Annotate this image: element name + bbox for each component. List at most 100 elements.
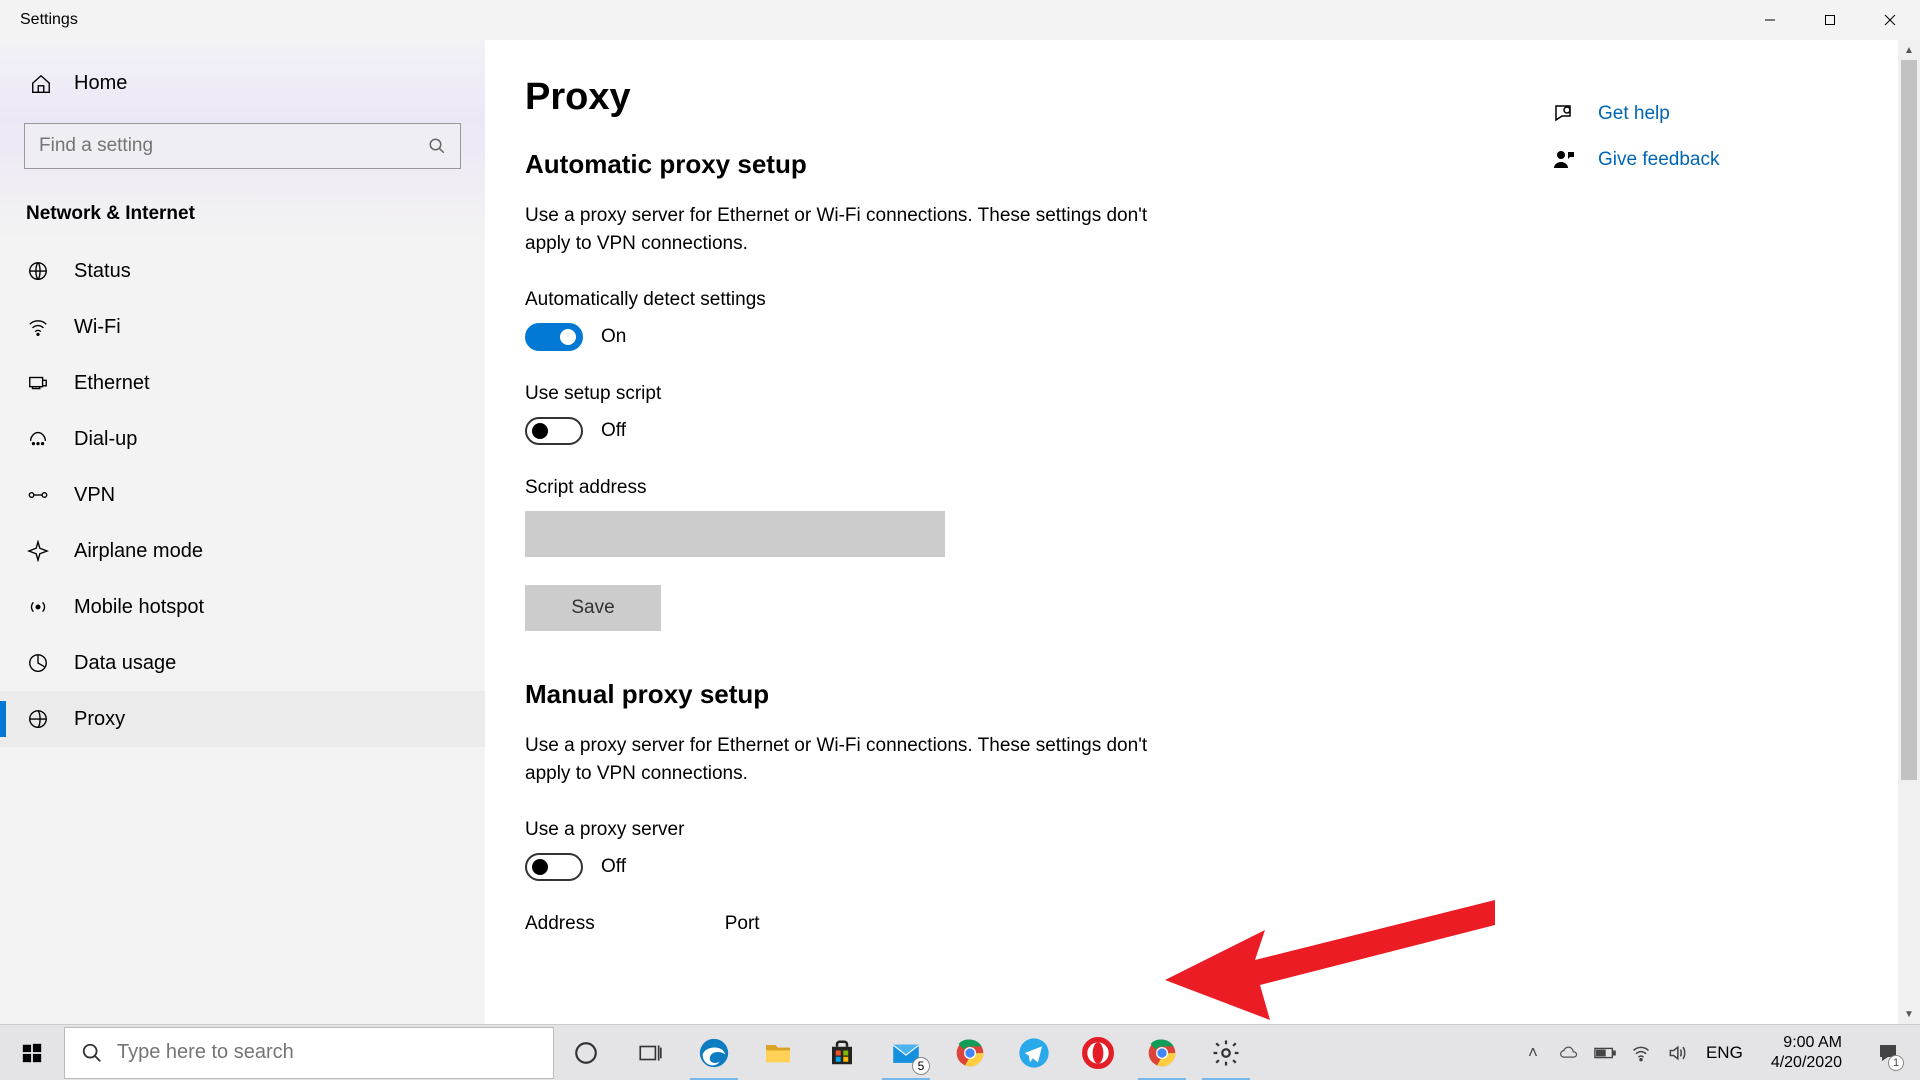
language-indicator[interactable]: ENG bbox=[1700, 1043, 1749, 1063]
search-icon bbox=[428, 137, 446, 155]
save-button[interactable]: Save bbox=[525, 585, 661, 631]
taskbar-search-input[interactable] bbox=[117, 1041, 537, 1064]
feedback-icon bbox=[1550, 146, 1578, 174]
clock[interactable]: 9:00 AM 4/20/2020 bbox=[1759, 1033, 1854, 1073]
help-panel: Get help Give feedback bbox=[1550, 100, 1850, 192]
airplane-icon bbox=[26, 539, 50, 563]
sidebar-item-label: Data usage bbox=[74, 652, 176, 675]
sidebar-item-proxy[interactable]: Proxy bbox=[0, 691, 485, 747]
sidebar-item-wifi[interactable]: Wi-Fi bbox=[0, 299, 485, 355]
help-icon bbox=[1550, 100, 1578, 128]
sidebar-item-label: Dial-up bbox=[74, 428, 137, 451]
wifi-tray-icon[interactable] bbox=[1628, 1043, 1654, 1063]
scroll-down-icon[interactable]: ▼ bbox=[1898, 1004, 1920, 1024]
data-usage-icon bbox=[26, 651, 50, 675]
onedrive-icon[interactable] bbox=[1556, 1043, 1582, 1063]
give-feedback-text: Give feedback bbox=[1598, 149, 1719, 171]
home-label: Home bbox=[74, 72, 127, 95]
vpn-icon bbox=[26, 483, 50, 507]
sidebar-item-dialup[interactable]: Dial-up bbox=[0, 411, 485, 467]
sidebar-item-label: Wi-Fi bbox=[74, 316, 121, 339]
status-icon bbox=[26, 259, 50, 283]
sidebar-item-datausage[interactable]: Data usage bbox=[0, 635, 485, 691]
close-button[interactable] bbox=[1860, 0, 1920, 40]
sidebar-item-label: Ethernet bbox=[74, 372, 150, 395]
sidebar-item-ethernet[interactable]: Ethernet bbox=[0, 355, 485, 411]
sidebar-item-vpn[interactable]: VPN bbox=[0, 467, 485, 523]
detect-settings-state: On bbox=[601, 326, 626, 348]
taskbar-app-settings[interactable] bbox=[1194, 1025, 1258, 1080]
proxy-icon bbox=[26, 707, 50, 731]
window-title: Settings bbox=[20, 11, 78, 29]
sidebar-section-header: Network & Internet bbox=[0, 197, 485, 243]
get-help-text: Get help bbox=[1598, 103, 1670, 125]
taskbar-app-explorer[interactable] bbox=[746, 1025, 810, 1080]
home-link[interactable]: Home bbox=[0, 58, 485, 109]
scroll-thumb[interactable] bbox=[1901, 60, 1917, 780]
setup-script-label: Use setup script bbox=[525, 383, 1870, 405]
home-icon bbox=[30, 73, 52, 95]
taskbar: 5 ˄ ENG 9:00 AM 4/20/2020 1 bbox=[0, 1024, 1920, 1080]
taskbar-app-edge[interactable] bbox=[682, 1025, 746, 1080]
sidebar-item-label: Airplane mode bbox=[74, 540, 203, 563]
use-proxy-label: Use a proxy server bbox=[525, 819, 1870, 841]
annotation-arrow bbox=[1165, 890, 1505, 1024]
action-center-button[interactable]: 1 bbox=[1864, 1025, 1912, 1080]
sidebar-item-label: VPN bbox=[74, 484, 115, 507]
window-controls bbox=[1740, 0, 1920, 40]
sidebar-item-status[interactable]: Status bbox=[0, 243, 485, 299]
clock-time: 9:00 AM bbox=[1771, 1033, 1842, 1053]
detect-settings-label: Automatically detect settings bbox=[525, 289, 1870, 311]
use-proxy-state: Off bbox=[601, 856, 626, 878]
tray-overflow-icon[interactable]: ˄ bbox=[1520, 1043, 1546, 1063]
scroll-up-icon[interactable]: ▲ bbox=[1898, 40, 1920, 60]
battery-icon[interactable] bbox=[1592, 1046, 1618, 1060]
sidebar: Home Network & Internet Status Wi-Fi Eth… bbox=[0, 40, 485, 1024]
sidebar-item-airplane[interactable]: Airplane mode bbox=[0, 523, 485, 579]
taskbar-app-telegram[interactable] bbox=[1002, 1025, 1066, 1080]
section-automatic-desc: Use a proxy server for Ethernet or Wi-Fi… bbox=[525, 202, 1165, 257]
scrollbar[interactable]: ▲ ▼ bbox=[1898, 40, 1920, 1024]
port-label: Port bbox=[725, 913, 760, 935]
taskbar-app-chrome2[interactable] bbox=[1130, 1025, 1194, 1080]
volume-icon[interactable] bbox=[1664, 1043, 1690, 1063]
sidebar-item-label: Proxy bbox=[74, 708, 125, 731]
taskbar-app-opera[interactable] bbox=[1066, 1025, 1130, 1080]
maximize-button[interactable] bbox=[1800, 0, 1860, 40]
taskbar-app-mail[interactable]: 5 bbox=[874, 1025, 938, 1080]
give-feedback-link[interactable]: Give feedback bbox=[1550, 146, 1850, 174]
taskview-button[interactable] bbox=[618, 1025, 682, 1080]
ethernet-icon bbox=[26, 371, 50, 395]
setup-script-toggle[interactable] bbox=[525, 417, 583, 445]
section-manual-heading: Manual proxy setup bbox=[525, 679, 1870, 710]
sidebar-item-label: Mobile hotspot bbox=[74, 596, 204, 619]
section-manual-desc: Use a proxy server for Ethernet or Wi-Fi… bbox=[525, 732, 1165, 787]
taskbar-search[interactable] bbox=[64, 1027, 554, 1079]
mail-badge: 5 bbox=[912, 1057, 930, 1075]
address-label: Address bbox=[525, 913, 595, 935]
content-pane: Proxy Automatic proxy setup Use a proxy … bbox=[485, 40, 1920, 1024]
titlebar: Settings bbox=[0, 0, 1920, 40]
taskbar-app-chrome[interactable] bbox=[938, 1025, 1002, 1080]
settings-search[interactable] bbox=[24, 123, 461, 169]
notification-badge: 1 bbox=[1888, 1055, 1904, 1071]
use-proxy-toggle[interactable] bbox=[525, 853, 583, 881]
wifi-icon bbox=[26, 315, 50, 339]
clock-date: 4/20/2020 bbox=[1771, 1053, 1842, 1073]
taskbar-app-store[interactable] bbox=[810, 1025, 874, 1080]
detect-settings-toggle[interactable] bbox=[525, 323, 583, 351]
settings-search-input[interactable] bbox=[39, 135, 428, 157]
script-address-label: Script address bbox=[525, 477, 1870, 499]
setup-script-state: Off bbox=[601, 420, 626, 442]
get-help-link[interactable]: Get help bbox=[1550, 100, 1850, 128]
system-tray: ˄ ENG 9:00 AM 4/20/2020 1 bbox=[1520, 1025, 1920, 1080]
start-button[interactable] bbox=[0, 1025, 64, 1080]
dialup-icon bbox=[26, 427, 50, 451]
sidebar-item-hotspot[interactable]: Mobile hotspot bbox=[0, 579, 485, 635]
search-icon bbox=[81, 1042, 103, 1064]
hotspot-icon bbox=[26, 595, 50, 619]
script-address-input[interactable] bbox=[525, 511, 945, 557]
sidebar-item-label: Status bbox=[74, 260, 131, 283]
minimize-button[interactable] bbox=[1740, 0, 1800, 40]
cortana-button[interactable] bbox=[554, 1025, 618, 1080]
